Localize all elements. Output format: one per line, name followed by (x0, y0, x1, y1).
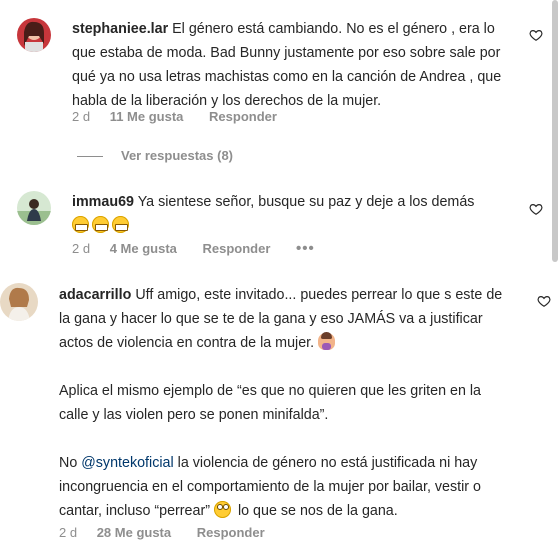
grinning-face-icon (72, 216, 89, 233)
comment-paragraph: Aplica el mismo ejemplo de “es que no qu… (59, 383, 482, 423)
likes-count[interactable]: 11 Me gusta (110, 108, 184, 126)
grinning-face-icon (92, 216, 109, 233)
comment-meta: 2 d 28 Me gusta Responder (59, 524, 287, 542)
likes-count[interactable]: 4 Me gusta (110, 240, 177, 258)
heart-icon[interactable] (537, 294, 551, 308)
face-with-rolling-eyes-icon (213, 501, 231, 518)
timestamp[interactable]: 2 d (59, 524, 77, 542)
woman-facepalming-icon (318, 332, 336, 350)
comment-paragraph: No @syntekoficial la violencia de género… (59, 451, 514, 523)
reply-button[interactable]: Responder (203, 240, 271, 258)
comment-body: adacarrillo Uff amigo, este invitado... … (59, 283, 514, 523)
likes-count[interactable]: 28 Me gusta (97, 524, 171, 542)
username[interactable]: stephaniee.lar (72, 21, 168, 37)
comment-body: immau69 Ya sientese señor, busque su paz… (72, 190, 520, 238)
comment-meta: 2 d 11 Me gusta Responder (72, 108, 299, 126)
comment-text: lo que se nos de la gana. (237, 503, 398, 519)
timestamp[interactable]: 2 d (72, 240, 90, 258)
username[interactable]: immau69 (72, 194, 134, 210)
timestamp[interactable]: 2 d (72, 108, 90, 126)
more-options-icon[interactable]: ••• (296, 240, 315, 258)
divider (77, 156, 103, 158)
reply-button[interactable]: Responder (209, 108, 277, 126)
comment-body: stephaniee.lar El género está cambiando.… (72, 17, 520, 113)
view-replies-label: Ver respuestas (8) (121, 148, 234, 163)
scrollbar[interactable] (552, 0, 558, 262)
comment-text: No (59, 455, 78, 471)
avatar[interactable] (0, 283, 38, 321)
heart-icon[interactable] (529, 28, 543, 42)
view-replies-button[interactable]: Ver respuestas (8) (77, 147, 233, 165)
reply-button[interactable]: Responder (197, 524, 265, 542)
comment-meta: 2 d 4 Me gusta Responder ••• (72, 240, 315, 258)
avatar[interactable] (17, 191, 51, 225)
username[interactable]: adacarrillo (59, 287, 131, 303)
avatar[interactable] (17, 18, 51, 52)
comment-text: Ya sientese señor, busque su paz y deje … (137, 194, 475, 210)
grinning-face-icon (112, 216, 129, 233)
heart-icon[interactable] (529, 202, 543, 216)
mention-link[interactable]: @syntekoficial (81, 455, 173, 471)
